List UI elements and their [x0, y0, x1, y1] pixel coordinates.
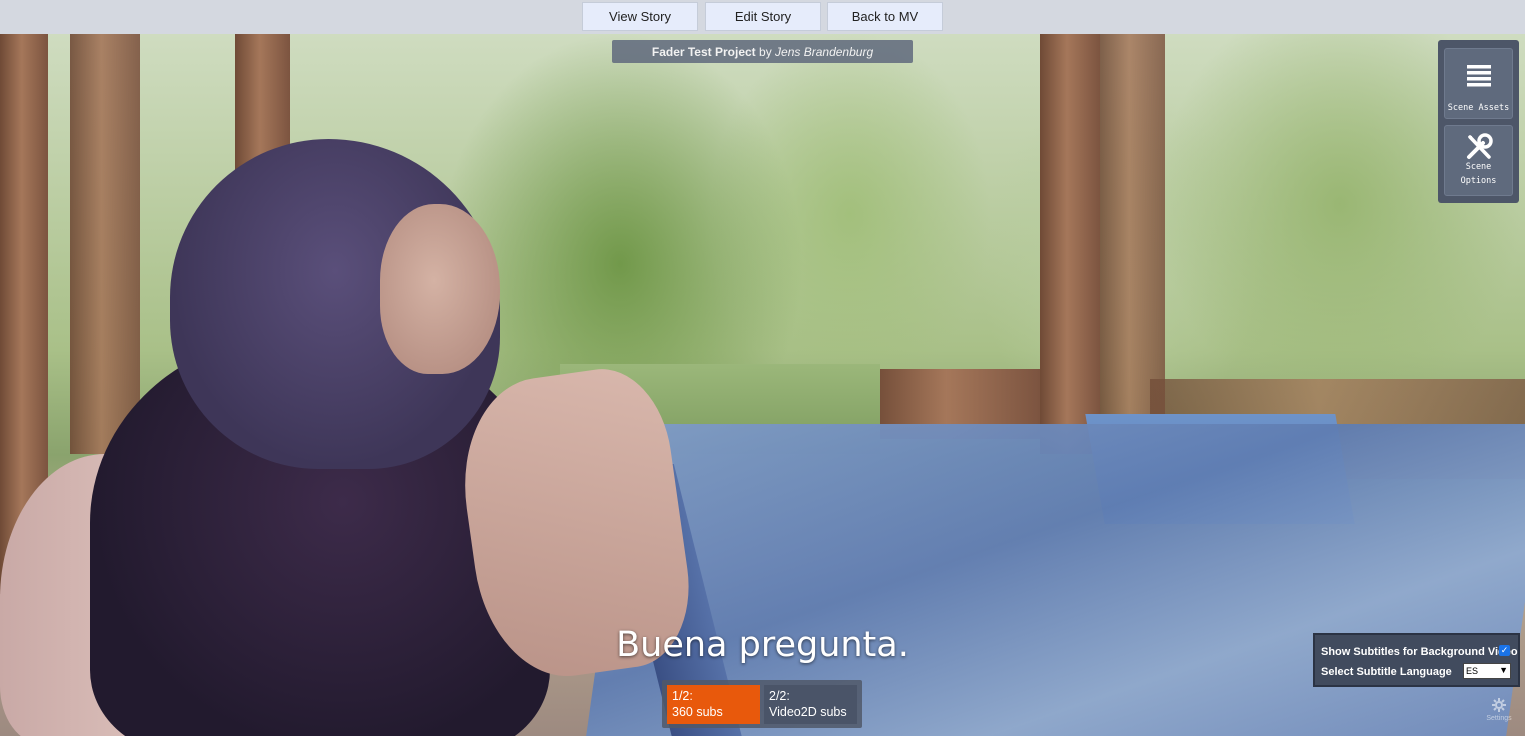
subtitle-text: Buena pregunta.: [616, 625, 909, 665]
scene-options-label-1: Scene: [1465, 162, 1492, 172]
subtitle-tab-label: 360 subs: [672, 705, 723, 719]
scene-options-label-2: Options: [1460, 176, 1497, 186]
project-by: by: [759, 44, 772, 59]
tools-icon: [1467, 133, 1493, 159]
gear-icon: [1492, 698, 1506, 712]
subtitle-tab-video2d[interactable]: 2/2: Video2D subs: [764, 685, 857, 724]
edit-story-button[interactable]: Edit Story: [705, 2, 821, 31]
project-author: Jens Brandenburg: [775, 44, 874, 59]
top-nav-bar: View Story Edit Story Back to MV: [0, 0, 1525, 34]
subtitle-tab-label: Video2D subs: [769, 705, 847, 719]
show-subtitles-label: Show Subtitles for Background Video: [1321, 646, 1518, 658]
wood-post: [70, 34, 140, 454]
view-story-button[interactable]: View Story: [582, 2, 698, 31]
subtitle-language-value: ES: [1466, 666, 1479, 676]
project-name: Fader Test Project: [651, 44, 756, 59]
subtitle-language-select[interactable]: ES ▼: [1463, 663, 1511, 679]
subtitle-track-tabs: 1/2: 360 subs 2/2: Video2D subs: [662, 680, 862, 728]
list-icon: [1467, 65, 1491, 87]
wood-post: [1040, 34, 1100, 454]
scene-options-button[interactable]: Scene Options: [1444, 125, 1513, 196]
person-face: [380, 204, 500, 374]
scene-side-panel: Scene Assets Scene Options: [1438, 40, 1519, 203]
subtitle-language-label: Select Subtitle Language: [1321, 666, 1452, 678]
project-title-bar: Fader Test Project by Jens Brandenburg: [612, 40, 913, 63]
check-icon: ✓: [1500, 645, 1509, 655]
subtitle-tab-index: 1/2:: [672, 689, 693, 703]
back-to-mv-button[interactable]: Back to MV: [827, 2, 943, 31]
subtitle-tab-360[interactable]: 1/2: 360 subs: [667, 685, 760, 724]
settings-label: Settings: [1486, 715, 1512, 722]
scene-assets-button[interactable]: Scene Assets: [1444, 48, 1513, 119]
chevron-down-icon: ▼: [1499, 665, 1508, 675]
wood-post: [1100, 34, 1165, 414]
scene-assets-label: Scene Assets: [1447, 103, 1510, 113]
settings-button[interactable]: Settings: [1479, 690, 1519, 732]
subtitle-tab-index: 2/2:: [769, 689, 790, 703]
show-subtitles-checkbox[interactable]: ✓: [1499, 645, 1510, 656]
